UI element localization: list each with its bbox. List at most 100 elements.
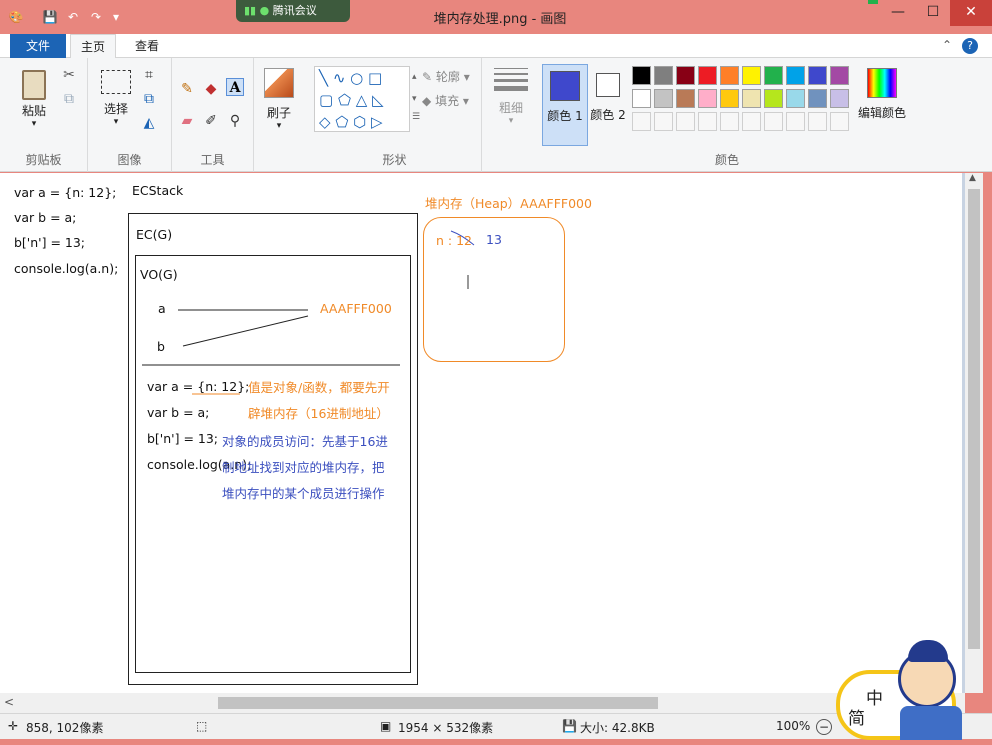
inner-code-line: b['n'] = 13;	[147, 431, 219, 446]
fill-bucket-icon[interactable]: ◆	[202, 80, 220, 98]
shapes-scroll-up-icon[interactable]: ▴	[412, 72, 417, 82]
custom-color-slot[interactable]	[808, 112, 827, 131]
heap-key: n : 12	[436, 233, 472, 248]
color-swatch[interactable]	[764, 66, 783, 85]
vertical-scroll-thumb[interactable]	[968, 189, 980, 649]
color-swatch[interactable]	[632, 66, 651, 85]
drawing-canvas[interactable]: var a = {n: 12}; var b = a; b['n'] = 13;…	[0, 173, 962, 693]
color-swatch[interactable]	[742, 66, 761, 85]
color-swatch[interactable]	[808, 89, 827, 108]
text-tool-icon[interactable]: A	[226, 78, 244, 96]
outline-icon: ✎	[422, 70, 433, 84]
close-button[interactable]: ✕	[950, 0, 992, 26]
size-dropdown-icon: ▾	[508, 116, 514, 126]
custom-color-slot[interactable]	[786, 112, 805, 131]
color-swatch[interactable]	[632, 89, 651, 108]
custom-color-slot[interactable]	[632, 112, 651, 131]
note-orange: 值是对象/函数，都要先开	[248, 380, 390, 395]
rect-shape-icon[interactable]: □	[368, 69, 382, 87]
color-swatch[interactable]	[698, 89, 717, 108]
polygon-shape-icon[interactable]: ⬠	[338, 91, 351, 109]
shapes-more-icon[interactable]: ☰	[412, 112, 420, 122]
crop-icon[interactable]: ⌗	[140, 66, 158, 84]
color-swatch[interactable]	[720, 66, 739, 85]
color-swatch[interactable]	[830, 89, 849, 108]
inner-code-line: var b = a;	[147, 405, 210, 420]
custom-color-slot[interactable]	[764, 112, 783, 131]
hexagon-shape-icon[interactable]: ⬡	[353, 113, 366, 131]
title-bar: 🎨 💾 ↶ ↷ ▾ ▮▮ ● 腾讯会议 堆内存处理.png - 画图 — ☐ ✕	[0, 0, 992, 34]
pencil-icon[interactable]: ✎	[178, 80, 196, 98]
oval-shape-icon[interactable]: ○	[350, 69, 363, 87]
color-swatch[interactable]	[786, 66, 805, 85]
note-blue: 制地址找到对应的堆内存，把	[222, 460, 385, 475]
size-button[interactable]: 粗细 ▾	[490, 68, 532, 146]
paste-button[interactable]: 粘贴 ▾	[12, 66, 56, 142]
color-swatch[interactable]	[786, 89, 805, 108]
fill-button[interactable]: ◆ 填充 ▾	[422, 92, 469, 109]
outline-button[interactable]: ✎ 轮廓 ▾	[422, 68, 470, 85]
color-swatch[interactable]	[654, 89, 673, 108]
select-button[interactable]: 选择 ▾	[94, 70, 138, 140]
color-swatch[interactable]	[742, 89, 761, 108]
curve-shape-icon[interactable]: ∿	[333, 69, 346, 87]
collapse-ribbon-icon[interactable]: ⌃	[942, 38, 952, 52]
copy-icon[interactable]: ⧉	[60, 90, 78, 108]
scroll-up-icon[interactable]: ▲	[969, 173, 976, 183]
custom-color-slot[interactable]	[676, 112, 695, 131]
brushes-button[interactable]: 刷子 ▾	[258, 68, 300, 146]
resize-icon[interactable]: ⧉	[140, 90, 158, 108]
color1-button[interactable]: 颜色 1	[542, 64, 588, 146]
color2-button[interactable]: 颜色 2	[588, 64, 628, 146]
rounded-rect-shape-icon[interactable]: ▢	[319, 91, 333, 109]
magnifier-icon[interactable]: ⚲	[226, 112, 244, 130]
horizontal-scrollbar[interactable]: <	[0, 693, 965, 713]
right-triangle-shape-icon[interactable]: ◺	[372, 91, 384, 109]
cut-icon[interactable]: ✂	[60, 66, 78, 84]
rotate-icon[interactable]: ◭	[140, 114, 158, 132]
color-swatch[interactable]	[764, 89, 783, 108]
tab-view[interactable]: 查看	[122, 34, 172, 58]
window-title: 堆内存处理.png - 画图	[433, 12, 567, 27]
color-swatch[interactable]	[808, 66, 827, 85]
cursor-position-icon: ✛	[8, 719, 19, 733]
custom-color-slot[interactable]	[830, 112, 849, 131]
line-shape-icon[interactable]: ╲	[319, 69, 328, 87]
image-size-icon: ▣	[380, 719, 392, 733]
ime-mascot[interactable]: 中 简	[836, 640, 986, 742]
color-swatch[interactable]	[698, 66, 717, 85]
custom-color-slot[interactable]	[654, 112, 673, 131]
edit-colors-button[interactable]: 编辑颜色	[854, 68, 910, 146]
zoom-out-icon[interactable]: −	[816, 719, 832, 735]
custom-color-slot[interactable]	[742, 112, 761, 131]
shapes-gallery[interactable]: ╲ ∿ ○ □ ▢ ⬠ △ ◺ ◇ ⬠ ⬡ ▷	[314, 66, 410, 132]
color-swatch[interactable]	[654, 66, 673, 85]
triangle-shape-icon[interactable]: △	[356, 91, 368, 109]
tools-group-label: 工具	[200, 153, 225, 167]
maximize-button[interactable]: ☐	[916, 0, 950, 26]
tab-home[interactable]: 主页	[70, 34, 116, 59]
vertical-scrollbar[interactable]: ▲	[965, 173, 983, 693]
paste-label: 粘贴	[21, 104, 46, 118]
shapes-scroll-down-icon[interactable]: ▾	[412, 94, 417, 104]
color-swatch[interactable]	[676, 66, 695, 85]
note-blue: 堆内存中的某个成员进行操作	[222, 486, 385, 501]
eraser-icon[interactable]: ▰	[178, 112, 196, 130]
custom-color-slot[interactable]	[720, 112, 739, 131]
line-width-icon	[494, 68, 528, 91]
scroll-left-icon[interactable]: <	[4, 695, 14, 709]
color-swatch[interactable]	[830, 66, 849, 85]
color2-swatch	[596, 73, 620, 97]
help-icon[interactable]: ?	[962, 38, 978, 54]
minimize-button[interactable]: —	[880, 0, 916, 26]
custom-color-slot[interactable]	[698, 112, 717, 131]
color-picker-icon[interactable]: ✐	[202, 112, 220, 130]
brushes-label: 刷子	[266, 106, 291, 120]
color-swatch[interactable]	[676, 89, 695, 108]
pentagon-shape-icon[interactable]: ⬠	[335, 113, 348, 131]
horizontal-scroll-thumb[interactable]	[218, 697, 658, 709]
arrow-shape-icon[interactable]: ▷	[371, 113, 383, 131]
color-swatch[interactable]	[720, 89, 739, 108]
diamond-shape-icon[interactable]: ◇	[319, 113, 331, 131]
tab-file[interactable]: 文件	[10, 34, 66, 58]
